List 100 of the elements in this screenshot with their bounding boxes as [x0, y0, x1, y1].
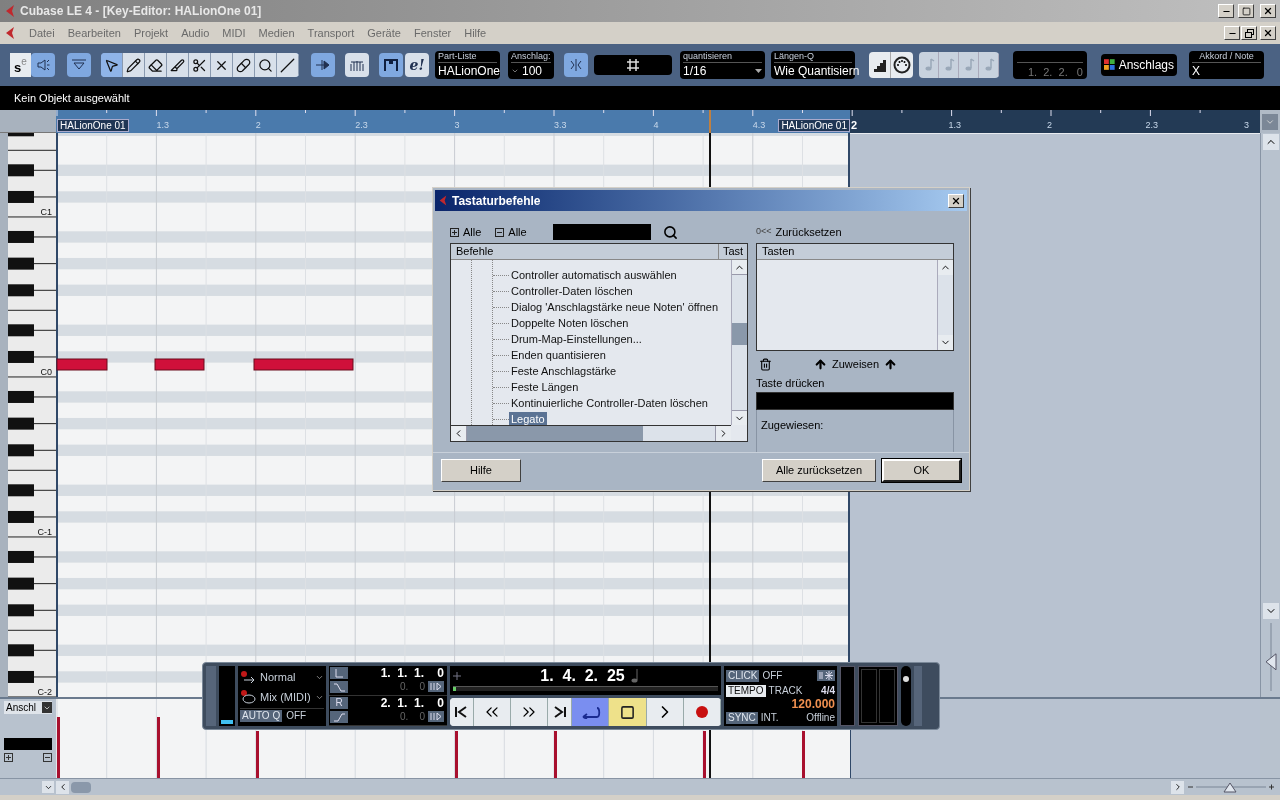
sharp-key[interactable]	[8, 644, 34, 657]
horizontal-scrollbar[interactable]	[0, 778, 1280, 795]
key-input-field[interactable]	[756, 392, 954, 410]
sharp-key[interactable]	[8, 484, 34, 497]
menu-item[interactable]: Hilfe	[464, 24, 487, 42]
click-button[interactable]: CLICK	[726, 669, 760, 682]
scroll-left-button[interactable]	[451, 426, 467, 441]
column-header[interactable]: Befehle	[451, 244, 719, 259]
menu-item[interactable]: MIDI	[222, 24, 246, 42]
scroll-up-button[interactable]	[938, 260, 953, 275]
transport-button[interactable]	[609, 697, 647, 726]
scroll-down-button[interactable]	[1262, 603, 1279, 619]
command-item[interactable]: Feste Anschlagstärke	[509, 363, 619, 379]
command-item[interactable]: Kontinuierliche Controller-Daten löschen	[509, 395, 710, 411]
column-header[interactable]: Tast	[719, 244, 747, 259]
menu-item[interactable]: Medien	[258, 24, 295, 42]
zoom-slider[interactable]	[1186, 780, 1276, 794]
transport-button[interactable]	[683, 697, 721, 726]
menu-item[interactable]: Audio	[181, 24, 210, 42]
tool-button[interactable]	[277, 53, 299, 77]
command-item[interactable]: Legato	[509, 411, 547, 425]
collapse-all-button[interactable]: Alle	[495, 223, 527, 241]
right-locator-button[interactable]: R	[330, 697, 348, 709]
tool-button[interactable]	[211, 53, 233, 77]
menu-item[interactable]: Projekt	[133, 24, 169, 42]
transport-button[interactable]	[473, 697, 512, 726]
minimize-button[interactable]	[1224, 26, 1240, 40]
tool-button[interactable]	[255, 53, 277, 77]
scroll-up-button[interactable]	[732, 260, 747, 275]
list-horizontal-scrollbar[interactable]	[451, 425, 731, 441]
scroll-down-button[interactable]	[732, 410, 747, 425]
list-scrollbar[interactable]	[731, 260, 747, 425]
tool-button[interactable]	[123, 53, 145, 77]
tool-button[interactable]	[233, 53, 255, 77]
bracket-button[interactable]	[379, 53, 403, 77]
command-item[interactable]: Feste Längen	[509, 379, 581, 395]
scroll-thumb[interactable]	[71, 781, 91, 793]
scroll-right-button[interactable]	[1171, 780, 1184, 794]
command-item[interactable]: Drum-Map-Einstellungen...	[509, 331, 644, 347]
tool-button[interactable]	[167, 53, 189, 77]
transport-button[interactable]	[548, 697, 573, 726]
expand-all-button[interactable]: Alle	[450, 223, 482, 241]
command-item[interactable]: Controller automatisch auswählen	[509, 267, 679, 283]
midi-note[interactable]	[154, 358, 205, 371]
punch-button[interactable]	[330, 681, 348, 693]
edit-button[interactable]: e!	[405, 53, 429, 77]
search-field[interactable]	[552, 224, 651, 240]
transport-button[interactable]	[511, 697, 549, 726]
column-header[interactable]: Tasten	[757, 244, 953, 260]
assign-button[interactable]: Zuweisen	[814, 355, 898, 373]
tool-button[interactable]	[145, 53, 167, 77]
slider-thumb[interactable]	[1223, 782, 1237, 793]
midi-note[interactable]	[56, 358, 108, 371]
speaker-button[interactable]	[31, 53, 55, 77]
menu-item[interactable]: Fenster	[413, 24, 452, 42]
punch-button[interactable]	[330, 711, 348, 723]
list-scrollbar[interactable]	[937, 260, 953, 350]
position-slider[interactable]	[453, 686, 718, 691]
delete-button[interactable]	[759, 357, 772, 371]
scroll-thumb[interactable]	[467, 426, 643, 441]
restore-button[interactable]	[1241, 26, 1257, 40]
menu-item[interactable]: Bearbeiten	[67, 24, 121, 42]
part-list-dropdown[interactable]: Part-Liste HALionOne	[435, 51, 500, 79]
transport-button[interactable]	[646, 697, 684, 726]
slider-thumb[interactable]	[1265, 653, 1276, 671]
transport-button[interactable]	[572, 697, 610, 726]
velocity-button[interactable]	[345, 53, 369, 77]
auto-quantize-button[interactable]: AUTO Q	[240, 709, 283, 722]
grid-display[interactable]	[594, 55, 672, 75]
scroll-left-button[interactable]	[56, 780, 69, 794]
ok-button[interactable]: OK	[882, 459, 961, 482]
reset-link[interactable]: 0<< Zurücksetzen	[756, 221, 954, 243]
tool-button[interactable]	[189, 53, 211, 77]
insert-button[interactable]	[564, 53, 588, 77]
step-button[interactable]	[311, 53, 335, 77]
reset-all-button[interactable]: Alle zurücksetzen	[762, 459, 876, 482]
sync-button[interactable]: SYNC	[726, 711, 758, 724]
close-button[interactable]	[1260, 26, 1276, 40]
chord-display[interactable]: Akkord / Note X	[1189, 51, 1264, 79]
tool-button[interactable]	[101, 53, 123, 77]
menu-item[interactable]: Datei	[29, 24, 55, 42]
menu-item[interactable]: Geräte	[367, 24, 401, 42]
tempo-button[interactable]: TEMPO	[726, 684, 766, 697]
help-button[interactable]: Hilfe	[441, 459, 521, 482]
close-button[interactable]	[1260, 4, 1276, 18]
midi-note[interactable]	[253, 358, 354, 371]
minimize-button[interactable]	[1218, 4, 1234, 18]
velocity-field[interactable]: Anschlag: 100	[508, 51, 554, 79]
color-dropdown[interactable]: Anschlags	[1101, 54, 1177, 76]
maximize-button[interactable]	[1238, 4, 1254, 18]
menu-item[interactable]: Transport	[307, 24, 355, 42]
controller-dropdown[interactable]: Anschl	[4, 701, 52, 714]
scroll-menu-button[interactable]	[42, 781, 54, 793]
scroll-down-button[interactable]	[938, 335, 953, 350]
scroll-thumb[interactable]	[732, 323, 747, 345]
close-button[interactable]	[948, 193, 964, 208]
command-item[interactable]: Controller-Daten löschen	[509, 283, 635, 299]
command-item[interactable]: Doppelte Noten löschen	[509, 315, 631, 331]
scroll-right-button[interactable]	[715, 426, 731, 441]
command-item[interactable]: Dialog 'Anschlagstärke neue Noten' öffnen	[509, 299, 721, 315]
